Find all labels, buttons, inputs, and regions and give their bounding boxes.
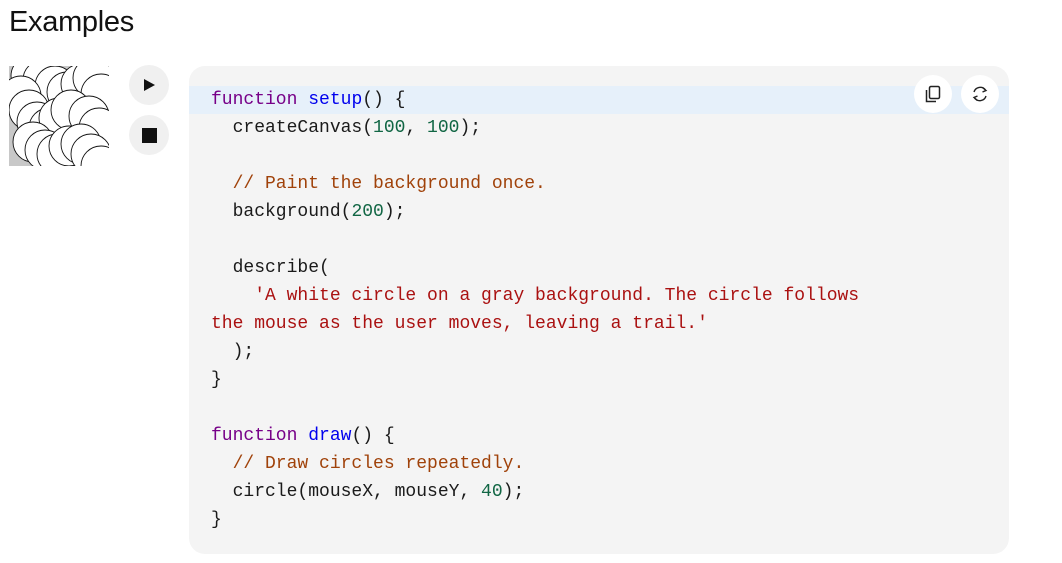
code-token: 200 bbox=[351, 202, 384, 222]
code-token: } bbox=[211, 370, 222, 390]
play-button[interactable] bbox=[129, 65, 169, 105]
code-token: circle(mouseX, mouseY, bbox=[211, 482, 482, 502]
code-token: ); bbox=[383, 202, 406, 222]
code-line[interactable]: } bbox=[189, 506, 1009, 534]
code-line[interactable]: circle(mouseX, mouseY, 40); bbox=[189, 478, 1009, 506]
code-token: // Draw circles repeatedly. bbox=[211, 454, 525, 474]
code-token: createCanvas( bbox=[211, 118, 374, 138]
copy-code-button[interactable] bbox=[914, 75, 952, 113]
refresh-icon bbox=[972, 86, 988, 102]
code-line[interactable]: // Draw circles repeatedly. bbox=[189, 450, 1009, 478]
code-token: , bbox=[405, 118, 428, 138]
code-token: ); bbox=[211, 342, 255, 362]
code-token: // Paint the background once. bbox=[211, 174, 546, 194]
code-line[interactable]: function draw() { bbox=[189, 422, 1009, 450]
sketch-canvas-preview[interactable] bbox=[9, 66, 109, 166]
code-token: function bbox=[211, 90, 298, 110]
code-line[interactable]: function setup() { bbox=[189, 86, 1009, 114]
code-line[interactable]: ); bbox=[189, 338, 1009, 366]
code-token: () { bbox=[351, 426, 395, 446]
code-editor[interactable]: function setup() { createCanvas(100, 100… bbox=[189, 86, 1009, 534]
code-line[interactable] bbox=[189, 394, 1009, 422]
examples-section: Examples function setup() {createCanvas… bbox=[0, 0, 1062, 563]
code-token: } bbox=[211, 510, 222, 530]
code-token: describe( bbox=[211, 258, 330, 278]
code-token: background( bbox=[211, 202, 352, 222]
stop-button[interactable] bbox=[129, 115, 169, 155]
code-token: the mouse as the user moves, leaving a t… bbox=[211, 314, 708, 334]
code-token: function bbox=[211, 426, 298, 446]
code-editor-panel: function setup() { createCanvas(100, 100… bbox=[189, 66, 1009, 554]
code-token: 100 bbox=[427, 118, 460, 138]
code-token: draw bbox=[308, 426, 352, 446]
reset-code-button[interactable] bbox=[961, 75, 999, 113]
section-title: Examples bbox=[9, 6, 134, 38]
sketch-trail-drawing bbox=[9, 66, 109, 166]
code-line[interactable]: createCanvas(100, 100); bbox=[189, 114, 1009, 142]
code-token: setup bbox=[308, 90, 363, 110]
code-token: 40 bbox=[481, 482, 503, 502]
code-line[interactable]: } bbox=[189, 366, 1009, 394]
code-line[interactable] bbox=[189, 226, 1009, 254]
code-token: () { bbox=[362, 90, 406, 110]
code-line[interactable]: background(200); bbox=[189, 198, 1009, 226]
copy-icon bbox=[925, 85, 941, 103]
code-token: 100 bbox=[373, 118, 406, 138]
code-token: 'A white circle on a gray background. Th… bbox=[211, 286, 860, 306]
code-line[interactable]: the mouse as the user moves, leaving a t… bbox=[189, 310, 1009, 338]
code-line[interactable]: // Paint the background once. bbox=[189, 170, 1009, 198]
code-line[interactable]: 'A white circle on a gray background. Th… bbox=[189, 282, 1009, 310]
code-line[interactable]: describe( bbox=[189, 254, 1009, 282]
code-line[interactable] bbox=[189, 142, 1009, 170]
stop-icon bbox=[141, 127, 157, 143]
code-token: ); bbox=[502, 482, 525, 502]
play-icon bbox=[144, 79, 155, 91]
code-token: ); bbox=[459, 118, 482, 138]
